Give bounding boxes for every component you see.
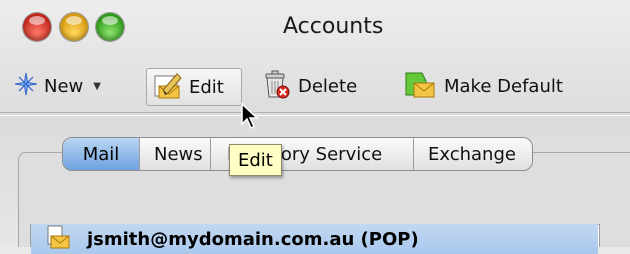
make-default-button[interactable]: Make Default <box>404 68 563 104</box>
accounts-window: Accounts New ▼ Edit Delete Make Default … <box>0 0 630 254</box>
toolbar-divider <box>0 112 630 116</box>
tab-mail[interactable]: Mail <box>63 138 140 170</box>
star-sparkle-icon <box>14 72 38 101</box>
new-button-label: New <box>44 75 84 97</box>
delete-button[interactable]: Delete <box>262 68 357 104</box>
list-item[interactable]: jsmith@mydomain.com.au (POP) <box>31 224 598 254</box>
mail-account-icon <box>31 224 71 254</box>
new-button[interactable]: New ▼ <box>14 68 101 104</box>
green-check-envelope-icon <box>404 69 436 104</box>
toolbar: New ▼ Edit Delete Make Default <box>0 60 630 112</box>
edit-tooltip: Edit <box>229 144 282 176</box>
delete-button-label: Delete <box>298 75 358 97</box>
trash-can-icon <box>262 68 290 105</box>
pencil-envelope-icon <box>147 70 183 105</box>
tab-exchange[interactable]: Exchange <box>414 138 532 170</box>
edit-button[interactable]: Edit <box>146 68 242 106</box>
new-dropdown-arrow-icon[interactable]: ▼ <box>93 81 101 92</box>
edit-button-label: Edit <box>189 76 224 98</box>
account-type-tabs: Mail News Directory Service Exchange <box>62 137 533 171</box>
title-bar: Accounts <box>0 0 630 58</box>
window-title: Accounts <box>283 14 384 39</box>
make-default-button-label: Make Default <box>444 75 563 97</box>
close-window-button[interactable] <box>23 13 51 41</box>
minimize-window-button[interactable] <box>60 13 88 41</box>
tab-news[interactable]: News <box>140 138 211 170</box>
mouse-pointer-icon <box>240 102 260 134</box>
zoom-window-button[interactable] <box>96 13 124 41</box>
account-label: jsmith@mydomain.com.au (POP) <box>87 228 419 250</box>
